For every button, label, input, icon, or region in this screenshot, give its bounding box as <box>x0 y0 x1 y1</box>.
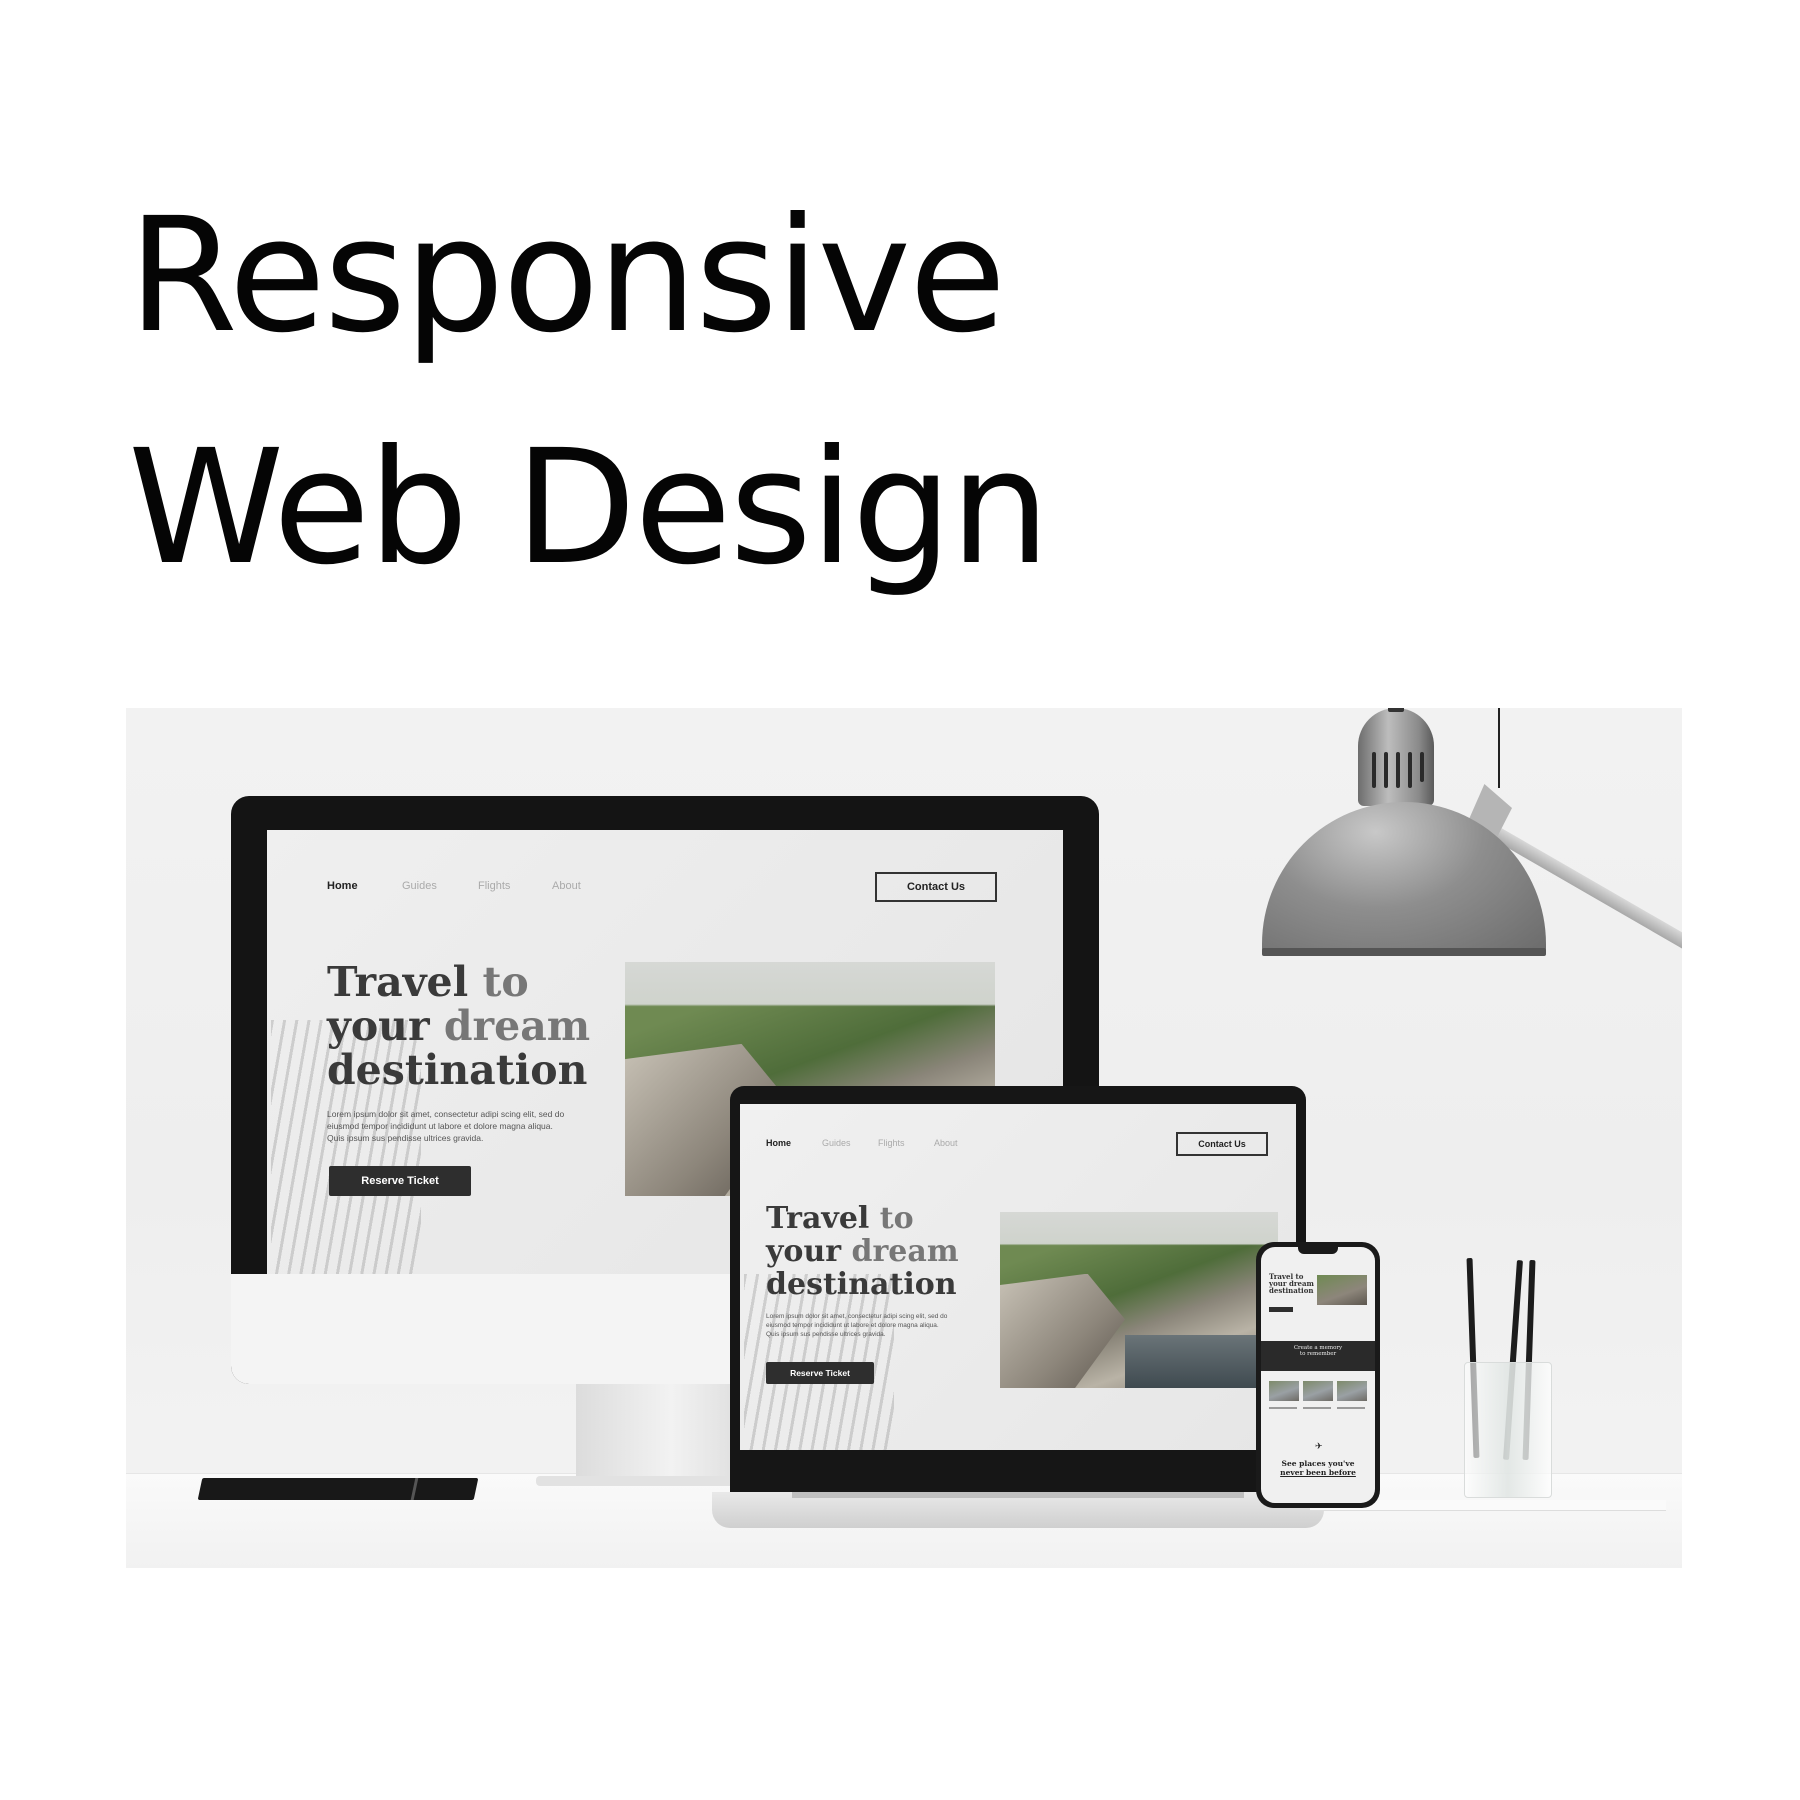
nav-about[interactable]: About <box>552 880 581 892</box>
lamp-rim <box>1262 948 1546 956</box>
reserve-ticket-button[interactable]: Reserve Ticket <box>766 1362 874 1384</box>
hero-description: Lorem ipsum dolor sit amet, consectetur … <box>766 1313 948 1338</box>
nav-guides[interactable]: Guides <box>822 1138 851 1148</box>
nav-flights[interactable]: Flights <box>878 1138 905 1148</box>
notebook-icon <box>197 1478 479 1500</box>
hero-title: Travel to your dream destination <box>327 958 591 1094</box>
device-scene: Home Guides Flights About Contact Us Tra… <box>126 708 1682 1568</box>
hero-description: Lorem ipsum dolor sit amet, consectetur … <box>327 1109 565 1143</box>
laptop-screen: Home Guides Flights About Contact Us Tra… <box>740 1104 1296 1450</box>
nav-home[interactable]: Home <box>766 1138 791 1148</box>
phone-promo-band: Create a memory to remember <box>1261 1341 1375 1371</box>
nav-about[interactable]: About <box>934 1138 958 1148</box>
smartphone: Travel to your dream destination Create a … <box>1256 1242 1380 1508</box>
nav-guides[interactable]: Guides <box>402 880 437 892</box>
nav-home[interactable]: Home <box>327 880 358 892</box>
headline: Responsive Web Design <box>128 160 1050 624</box>
contact-us-button[interactable]: Contact Us <box>875 872 997 902</box>
phone-thumb <box>1337 1381 1367 1401</box>
hero-title: Travel to your dream destination <box>766 1201 959 1302</box>
plane-icon: ✈ <box>1315 1441 1323 1451</box>
laptop: Home Guides Flights About Contact Us Tra… <box>730 1086 1306 1492</box>
phone-reserve-button[interactable] <box>1269 1307 1293 1312</box>
headline-line-2: Web Design <box>128 416 1050 600</box>
phone-screen: Travel to your dream destination Create a … <box>1261 1247 1375 1503</box>
headline-line-1: Responsive <box>128 184 1006 368</box>
laptop-base <box>712 1492 1324 1528</box>
phone-thumb <box>1269 1381 1299 1401</box>
nav-flights[interactable]: Flights <box>478 880 510 892</box>
contact-us-button[interactable]: Contact Us <box>1176 1132 1268 1156</box>
phone-promo-text: Create a memory to remember <box>1293 1345 1343 1357</box>
phone-hero-title: Travel to your dream destination <box>1269 1272 1314 1295</box>
reserve-ticket-button[interactable]: Reserve Ticket <box>329 1166 471 1196</box>
phone-thumb <box>1303 1381 1333 1401</box>
landscape-photo <box>1000 1212 1278 1388</box>
desk-lamp-icon <box>1358 708 1434 806</box>
glass-cup <box>1464 1362 1552 1498</box>
lamp-cord <box>1498 708 1500 788</box>
phone-see-places: See places you've never been before <box>1280 1459 1356 1477</box>
phone-photo <box>1317 1275 1367 1305</box>
